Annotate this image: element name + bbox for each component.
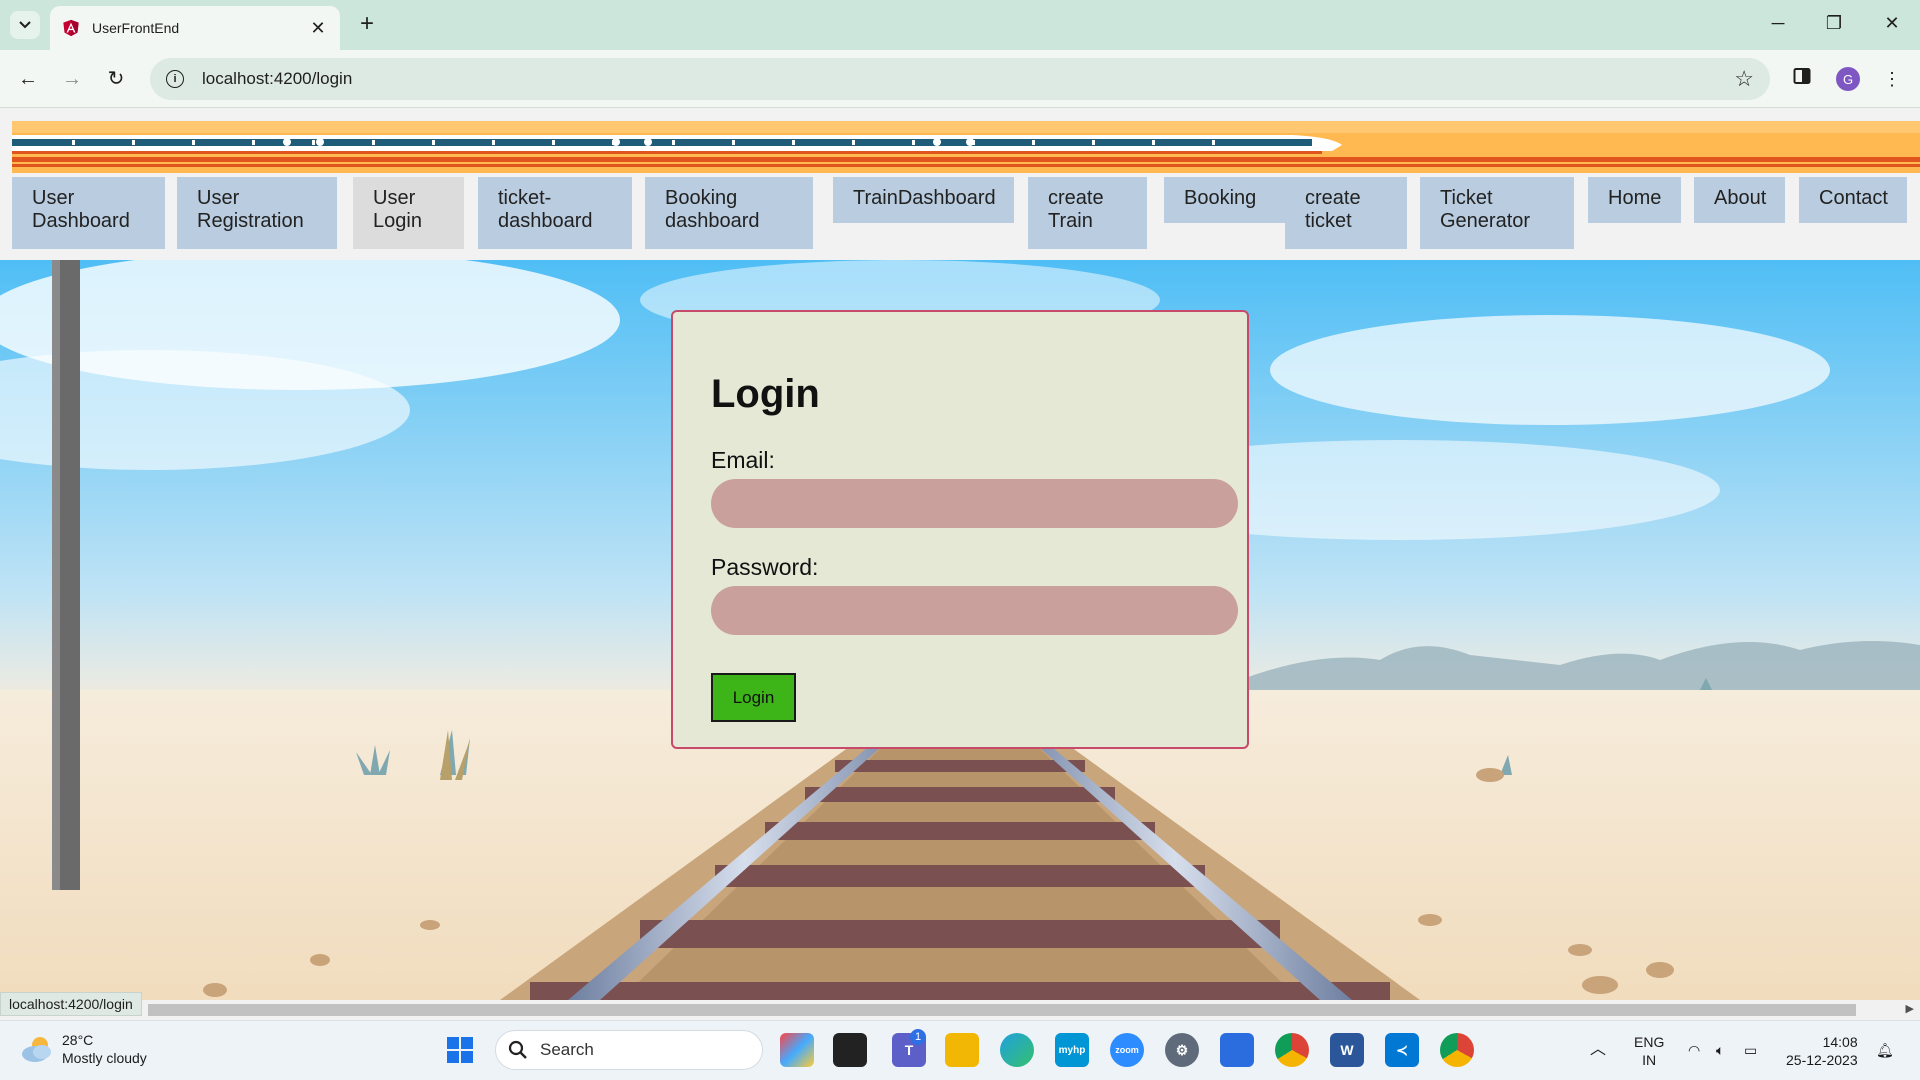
nav-label: ticket- dashboard	[498, 187, 593, 232]
browser-tab[interactable]: UserFrontEnd ✕	[50, 6, 340, 50]
nav-label: User Login	[373, 187, 422, 232]
microsoft-store-icon[interactable]	[1220, 1033, 1254, 1067]
cloudy-weather-icon	[22, 1037, 51, 1062]
tab-title: UserFrontEnd	[92, 20, 180, 36]
settings-gear-icon[interactable]: ⚙	[1165, 1033, 1199, 1067]
page-content: User Dashboard User Registration User Lo…	[0, 109, 1920, 1000]
address-bar[interactable]: i localhost:4200/login ☆	[150, 58, 1770, 100]
nav-label: Contact	[1819, 187, 1888, 209]
nav-label: create Train	[1048, 187, 1104, 232]
nav-about[interactable]: About	[1694, 177, 1785, 223]
file-explorer-icon[interactable]	[945, 1033, 979, 1067]
scroll-right-arrow-icon[interactable]: ▶	[1906, 1002, 1914, 1015]
tray-overflow-chevron-icon[interactable]: ︿	[1590, 1041, 1606, 1059]
nav-label: About	[1714, 187, 1767, 209]
address-url[interactable]: localhost:4200/login	[202, 69, 1734, 89]
language-indicator[interactable]: ENG IN	[1634, 1033, 1664, 1069]
nav-create-train[interactable]: create Train	[1028, 177, 1147, 249]
login-card: Login Email: Password: Login	[671, 310, 1249, 749]
nav-ticket-generator[interactable]: Ticket Generator	[1420, 177, 1574, 249]
teams-badge: 1	[910, 1029, 926, 1045]
nav-label: User Dashboard	[32, 187, 130, 232]
horizontal-scrollbar[interactable]: ▶	[0, 1000, 1920, 1020]
profile-avatar[interactable]: G	[1836, 67, 1860, 91]
zoom-icon[interactable]: zoom	[1110, 1033, 1144, 1067]
email-field[interactable]	[711, 479, 1238, 528]
task-view-icon[interactable]	[833, 1033, 867, 1067]
vscode-icon[interactable]: ≺	[1385, 1033, 1419, 1067]
login-title: Login	[711, 372, 820, 416]
chrome-active-icon[interactable]	[1440, 1033, 1474, 1067]
chevron-down-icon	[19, 21, 31, 29]
search-icon	[508, 1040, 527, 1059]
new-tab-button[interactable]: +	[352, 10, 382, 40]
login-button[interactable]: Login	[711, 673, 796, 722]
nav-home[interactable]: Home	[1588, 177, 1681, 223]
restore-button[interactable]: ❐	[1814, 8, 1854, 38]
battery-icon[interactable]: ▭	[1744, 1041, 1757, 1059]
back-arrow-icon[interactable]: ←	[12, 63, 44, 95]
close-window-button[interactable]: ✕	[1872, 8, 1912, 38]
notification-bell-icon[interactable]: 🔔︎	[1876, 1041, 1894, 1059]
word-icon[interactable]: W	[1330, 1033, 1364, 1067]
edge-icon[interactable]	[1000, 1033, 1034, 1067]
clock[interactable]: 14:08 25-12-2023	[1786, 1033, 1858, 1069]
reload-icon[interactable]: ↻	[100, 63, 132, 95]
lang-bottom: IN	[1642, 1052, 1657, 1068]
nav-ticket-dashboard[interactable]: ticket- dashboard	[478, 177, 632, 249]
weather-temp: 28°C	[62, 1032, 94, 1048]
weather-desc: Mostly cloudy	[62, 1050, 147, 1066]
myhp-icon[interactable]: myhp	[1055, 1033, 1089, 1067]
search-label: Search	[540, 1040, 594, 1059]
nav-booking-dashboard[interactable]: Booking dashboard	[645, 177, 813, 249]
nav-label: Ticket Generator	[1440, 187, 1531, 232]
browser-toolbar: ← → ↻ i localhost:4200/login ☆ ⋮	[0, 50, 1920, 108]
nav-train-dashboard[interactable]: TrainDashboard	[833, 177, 1014, 223]
nav-label: Booking dashboard	[665, 187, 760, 232]
chrome-icon[interactable]	[1275, 1033, 1309, 1067]
nav-user-registration[interactable]: User Registration	[177, 177, 337, 249]
site-info-icon[interactable]: i	[166, 70, 184, 88]
nav-contact[interactable]: Contact	[1799, 177, 1907, 223]
lang-top: ENG	[1634, 1034, 1665, 1050]
forward-arrow-icon[interactable]: →	[56, 63, 88, 95]
nav-label: Home	[1608, 187, 1662, 209]
windows-start-icon[interactable]	[443, 1033, 477, 1067]
train-banner-image	[12, 121, 1920, 173]
browser-tabstrip: UserFrontEnd ✕ + ─ ❐ ✕	[0, 0, 1920, 50]
tab-close-icon[interactable]: ✕	[308, 18, 328, 39]
nav-label: Booking	[1184, 187, 1257, 209]
nav-create-ticket[interactable]: create ticket	[1285, 177, 1407, 249]
browser-menu-icon[interactable]: ⋮	[1876, 63, 1908, 95]
clock-date: 25-12-2023	[1786, 1052, 1858, 1068]
wifi-icon[interactable]: ◠	[1688, 1041, 1700, 1059]
bookmark-star-icon[interactable]: ☆	[1734, 66, 1754, 92]
nav-label: create ticket	[1305, 187, 1361, 232]
password-field[interactable]	[711, 586, 1238, 635]
nav-label: User Registration	[197, 187, 304, 232]
password-label: Password:	[711, 554, 819, 580]
main-nav: User Dashboard User Registration User Lo…	[12, 177, 1920, 249]
tab-search-button[interactable]	[10, 11, 40, 39]
nav-label: TrainDashboard	[853, 187, 996, 209]
minimize-button[interactable]: ─	[1758, 8, 1798, 38]
nav-booking[interactable]: Booking	[1164, 177, 1285, 223]
angular-icon	[63, 19, 79, 37]
clock-time: 14:08	[1822, 1034, 1858, 1050]
volume-icon[interactable]: 🔈︎	[1716, 1041, 1724, 1059]
copilot-icon[interactable]	[780, 1033, 814, 1067]
weather-widget[interactable]: 28°C Mostly cloudy	[20, 1031, 147, 1067]
nav-user-login[interactable]: User Login	[353, 177, 464, 249]
scrollbar-thumb[interactable]	[148, 1004, 1856, 1016]
taskbar-search[interactable]: Search	[495, 1030, 763, 1070]
nav-user-dashboard[interactable]: User Dashboard	[12, 177, 165, 249]
status-bar-url: localhost:4200/login	[0, 992, 142, 1016]
email-label: Email:	[711, 447, 775, 473]
side-panel-icon[interactable]	[1786, 63, 1818, 95]
windows-taskbar: 28°C Mostly cloudy Search T 1 myhp zoom …	[0, 1020, 1920, 1080]
